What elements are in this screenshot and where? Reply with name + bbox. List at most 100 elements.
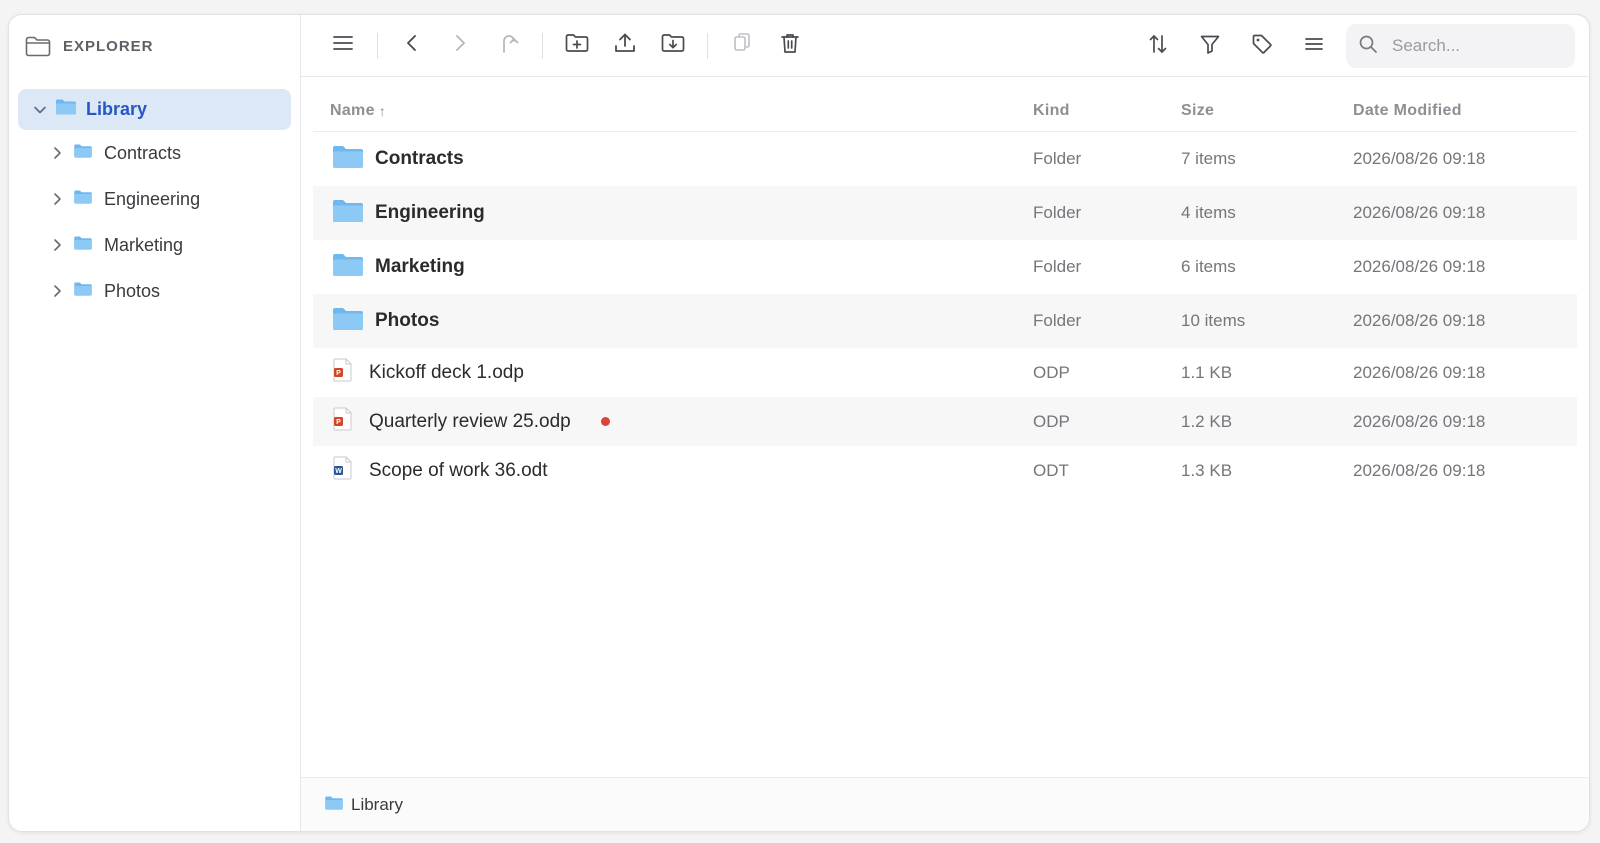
up-button[interactable]	[488, 26, 528, 66]
tree-item-label: Marketing	[104, 234, 184, 255]
tree-item-library[interactable]: Library	[18, 89, 291, 130]
download-icon	[661, 33, 685, 58]
row-name: Scope of work 36.odt	[369, 459, 548, 481]
tree-item-photos[interactable]: Photos	[18, 268, 291, 314]
forward-button[interactable]	[440, 26, 480, 66]
unsaved-dot-icon	[600, 417, 610, 426]
column-header-date[interactable]: Date Modified	[1353, 102, 1577, 120]
menu-button[interactable]	[323, 26, 363, 66]
row-name: Quarterly review 25.odp	[369, 410, 571, 432]
folder-icon	[333, 145, 363, 174]
status-bar: Library	[301, 777, 1589, 831]
row-size: 7 items	[1181, 149, 1236, 168]
tree-item-contracts[interactable]: Contracts	[18, 130, 291, 176]
row-name-cell: Marketing	[313, 253, 1033, 282]
row-date: 2026/08/26 09:18	[1353, 311, 1486, 330]
folder-icon	[333, 253, 363, 282]
sort-button[interactable]	[1138, 26, 1178, 66]
table-row[interactable]: W Scope of work 36.odt ODT 1.3 KB 2026/0…	[313, 446, 1577, 495]
folder-icon	[333, 307, 363, 336]
document-file-icon: W	[333, 456, 353, 485]
table-row[interactable]: Marketing Folder 6 items 2026/08/26 09:1…	[313, 240, 1577, 294]
row-date: 2026/08/26 09:18	[1353, 149, 1486, 168]
row-kind: ODP	[1033, 411, 1070, 431]
upload-button[interactable]	[605, 26, 645, 66]
sidebar: EXPLORER Library Contracts Engineering M…	[9, 15, 301, 831]
chevron-down-icon[interactable]	[32, 102, 48, 118]
table-row[interactable]: Contracts Folder 7 items 2026/08/26 09:1…	[313, 132, 1577, 186]
back-button[interactable]	[392, 26, 432, 66]
chevron-right-icon[interactable]	[50, 237, 64, 253]
row-name: Kickoff deck 1.odp	[369, 361, 524, 383]
folder-icon	[74, 235, 92, 255]
row-size: 1.1 KB	[1181, 362, 1233, 382]
row-size: 1.3 KB	[1181, 460, 1233, 480]
tree-item-label: Library	[86, 99, 148, 119]
toolbar-divider	[707, 32, 708, 59]
row-kind: Folder	[1033, 149, 1082, 168]
new-folder-button[interactable]	[557, 26, 597, 66]
column-header-size[interactable]: Size	[1181, 102, 1353, 120]
svg-text:P: P	[336, 419, 341, 426]
download-button[interactable]	[653, 26, 693, 66]
forward-icon	[453, 33, 467, 58]
row-date: 2026/08/26 09:18	[1353, 460, 1486, 480]
folder-icon	[325, 795, 343, 815]
row-date: 2026/08/26 09:18	[1353, 411, 1486, 431]
copy-button[interactable]	[722, 26, 762, 66]
presentation-file-icon: P	[333, 407, 353, 436]
table-row[interactable]: Photos Folder 10 items 2026/08/26 09:18	[313, 294, 1577, 348]
filter-button[interactable]	[1190, 26, 1230, 66]
file-explorer-window: EXPLORER Library Contracts Engineering M…	[8, 14, 1590, 832]
folder-icon	[333, 199, 363, 228]
row-size: 10 items	[1181, 311, 1246, 330]
table-row[interactable]: P Quarterly review 25.odp ODP 1.2 KB 202…	[313, 397, 1577, 446]
filter-icon	[1199, 33, 1221, 60]
sort-icon	[1147, 33, 1169, 60]
tag-button[interactable]	[1242, 26, 1282, 66]
main-pane: Name ↑ Kind Size Date Modified Contracts…	[301, 15, 1589, 831]
row-date: 2026/08/26 09:18	[1353, 203, 1486, 222]
folder-icon	[74, 189, 92, 209]
folder-icon	[56, 99, 76, 120]
chevron-right-icon[interactable]	[50, 283, 64, 299]
table-row[interactable]: P Kickoff deck 1.odp ODP 1.1 KB 2026/08/…	[313, 348, 1577, 397]
tree-item-marketing[interactable]: Marketing	[18, 222, 291, 268]
copy-icon	[732, 32, 752, 59]
upload-icon	[614, 32, 636, 59]
row-size: 1.2 KB	[1181, 411, 1233, 431]
delete-button[interactable]	[770, 26, 810, 66]
folder-outline-icon	[25, 35, 51, 57]
list-header: Name ↑ Kind Size Date Modified	[313, 90, 1577, 132]
chevron-right-icon[interactable]	[50, 191, 64, 207]
folder-tree: Library Contracts Engineering Marketing …	[9, 89, 300, 314]
table-row[interactable]: Engineering Folder 4 items 2026/08/26 09…	[313, 186, 1577, 240]
trash-icon	[780, 32, 800, 59]
column-header-label: Name	[330, 101, 375, 119]
row-kind: ODP	[1033, 362, 1070, 382]
sidebar-title: EXPLORER	[63, 37, 154, 55]
column-header-kind[interactable]: Kind	[1033, 102, 1181, 120]
tree-item-label: Contracts	[104, 142, 182, 163]
search-box[interactable]	[1346, 24, 1575, 68]
column-header-name[interactable]: Name ↑	[313, 102, 1033, 120]
tree-item-label: Engineering	[104, 188, 201, 209]
folder-icon	[74, 143, 92, 163]
menu-icon	[332, 34, 354, 57]
chevron-right-icon[interactable]	[50, 145, 64, 161]
search-icon	[1358, 34, 1378, 59]
new-folder-icon	[565, 33, 589, 58]
row-size: 4 items	[1181, 203, 1236, 222]
tree-item-engineering[interactable]: Engineering	[18, 176, 291, 222]
svg-text:W: W	[335, 468, 342, 475]
list-view-icon	[1304, 36, 1324, 57]
tag-icon	[1251, 33, 1273, 60]
breadcrumb[interactable]: Library	[351, 795, 403, 815]
folder-icon	[74, 281, 92, 301]
svg-text:P: P	[336, 370, 341, 377]
file-list: Name ↑ Kind Size Date Modified Contracts…	[301, 77, 1589, 831]
row-kind: Folder	[1033, 257, 1082, 276]
list-view-button[interactable]	[1294, 26, 1334, 66]
search-input[interactable]	[1392, 36, 1552, 56]
sort-ascending-icon: ↑	[378, 102, 387, 119]
